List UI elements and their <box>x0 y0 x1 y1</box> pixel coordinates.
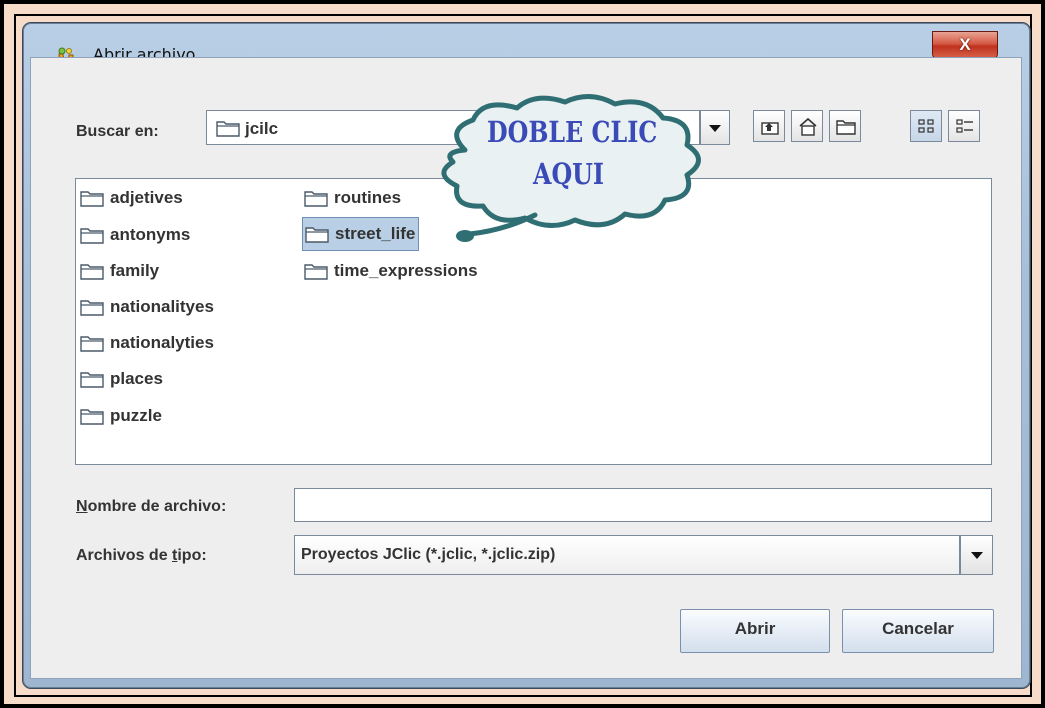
close-button[interactable]: X <box>932 31 998 59</box>
open-button[interactable]: Abrir <box>680 609 830 653</box>
list-item[interactable]: antonyms <box>80 222 190 248</box>
file-type-dropdown-button[interactable] <box>960 535 993 575</box>
folder-name: street_life <box>335 224 416 243</box>
list-item[interactable]: nationalyties <box>80 330 214 356</box>
home-icon <box>799 117 817 136</box>
up-folder-button[interactable] <box>753 110 785 142</box>
list-view-icon <box>918 119 934 133</box>
list-item-selected[interactable]: street_life <box>302 217 420 251</box>
folder-icon <box>304 264 328 280</box>
list-item[interactable]: family <box>80 258 159 284</box>
up-folder-icon <box>761 122 779 135</box>
folder-icon <box>304 191 328 207</box>
list-item[interactable]: time_expressions <box>304 258 478 284</box>
folder-icon <box>80 228 104 244</box>
file-type-label: Archivos de tipo: <box>76 547 207 565</box>
file-type-label-pre: Archivos de <box>76 547 173 564</box>
list-view-button[interactable] <box>910 110 942 142</box>
folder-icon <box>80 372 104 388</box>
folder-name: adjetives <box>110 188 183 207</box>
file-name-label: Nombre de archivo: <box>76 498 226 516</box>
file-name-input[interactable] <box>294 488 992 522</box>
folder-name: nationalityes <box>110 297 214 316</box>
list-item[interactable]: puzzle <box>80 403 162 429</box>
folder-name: nationalyties <box>110 333 214 352</box>
details-view-icon <box>956 119 973 133</box>
folder-icon <box>80 191 104 207</box>
mnemonic-n: N <box>76 498 88 515</box>
home-button[interactable] <box>791 110 823 142</box>
folder-name: puzzle <box>110 406 162 425</box>
folder-icon <box>80 300 104 316</box>
folder-name: time_expressions <box>334 261 478 280</box>
callout-line1: DOBLE CLIC <box>487 115 658 149</box>
file-name-label-rest: ombre de archivo: <box>87 498 227 515</box>
cancel-button[interactable]: Cancelar <box>842 609 994 653</box>
file-type-combo[interactable]: Proyectos JClic (*.jclic, *.jclic.zip) <box>294 535 960 575</box>
new-folder-icon <box>836 120 856 135</box>
new-folder-button[interactable] <box>829 110 861 142</box>
folder-icon <box>80 409 104 425</box>
list-item[interactable]: nationalityes <box>80 294 214 320</box>
look-in-label: Buscar en: <box>76 123 159 140</box>
file-type-value: Proyectos JClic (*.jclic, *.jclic.zip) <box>301 546 556 563</box>
folder-icon <box>305 227 329 243</box>
list-item[interactable]: adjetives <box>80 185 183 211</box>
list-item[interactable]: routines <box>304 185 401 211</box>
folder-name: routines <box>334 188 402 207</box>
folder-icon <box>80 264 104 280</box>
look-in-value: jcilc <box>245 119 279 138</box>
details-view-button[interactable] <box>948 110 980 142</box>
list-item[interactable]: places <box>80 366 163 392</box>
folder-icon <box>80 336 104 352</box>
callout-line2: AQUI <box>533 157 605 191</box>
folder-name: family <box>110 261 160 280</box>
folder-name: antonyms <box>110 225 191 244</box>
folder-icon <box>216 121 240 137</box>
file-type-label-post: ipo: <box>177 547 207 564</box>
folder-name: places <box>110 369 163 388</box>
